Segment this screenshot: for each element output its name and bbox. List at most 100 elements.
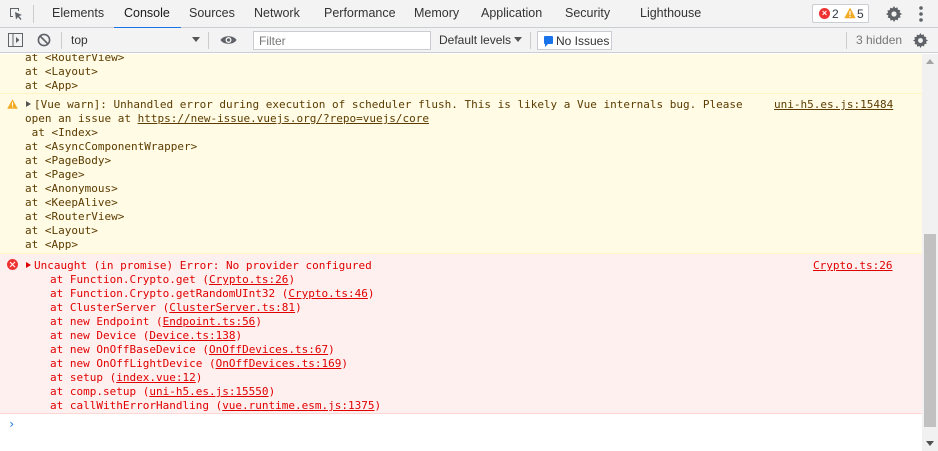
stack-frame: at new Endpoint (Endpoint.ts:56) (50, 315, 262, 329)
warning-count: 5 (857, 7, 864, 21)
error-count: 2 (832, 7, 839, 21)
warning-text: [Vue warn]: Unhandled error during execu… (34, 98, 743, 111)
stack-frame: at new OnOffBaseDevice (OnOffDevices.ts:… (50, 343, 335, 357)
stack-frame-location-link[interactable]: Device.ts:138 (149, 329, 235, 342)
stack-frame-close: ) (235, 329, 243, 342)
vue-warning-message: [Vue warn]: Unhandled error during execu… (0, 94, 922, 254)
show-sidebar-icon[interactable] (8, 33, 23, 47)
scroll-up-arrow-icon[interactable] (926, 59, 934, 64)
warning-source-link[interactable]: uni-h5.es.js:15484 (774, 98, 893, 112)
settings-gear-icon[interactable] (886, 6, 902, 22)
error-icon (7, 259, 18, 270)
stack-frame: at ClusterServer (ClusterServer.ts:81) (50, 301, 302, 315)
warning-text-prefix: open an issue at (25, 112, 138, 125)
issues-chat-icon (544, 36, 553, 47)
console-scrollbar[interactable] (922, 54, 938, 451)
tab-lighthouse[interactable]: Lighthouse (640, 0, 701, 28)
scroll-down-arrow-icon[interactable] (926, 441, 934, 446)
stack-line: at <Layout> (25, 224, 98, 237)
console-prompt[interactable]: › (8, 417, 15, 431)
expand-triangle-icon[interactable] (26, 262, 31, 268)
tab-elements[interactable]: Elements (52, 0, 104, 28)
stack-line: at <App> (25, 238, 78, 251)
issue-counter[interactable]: × 2 5 (812, 4, 869, 23)
stack-frame: at Function.Crypto.get (Crypto.ts:26) (50, 273, 295, 287)
toolbar-separator (208, 32, 209, 49)
issues-button[interactable]: No Issues (537, 31, 612, 50)
context-selector[interactable]: top (71, 28, 88, 52)
stack-frame-call: at new Device ( (50, 329, 150, 342)
tab-security[interactable]: Security (565, 0, 610, 28)
stack-frame-location-link[interactable]: Crypto.ts:46 (288, 287, 367, 300)
stack-frame-location-link[interactable]: Endpoint.ts:56 (163, 315, 256, 328)
stack-frame-close: ) (341, 357, 349, 370)
stack-frame-close: ) (295, 301, 302, 314)
context-dropdown-icon[interactable] (192, 37, 200, 42)
scrollbar-thumb[interactable] (924, 234, 936, 427)
stack-frame-location-link[interactable]: vue.runtime.esm.js:1375 (222, 399, 374, 412)
levels-dropdown-icon[interactable] (514, 37, 522, 42)
uncaught-error-message: Uncaught (in promise) Error: No provider… (0, 254, 922, 414)
tab-bar-separator (33, 5, 34, 23)
stack-frame: at callWithErrorHandling (vue.runtime.es… (50, 399, 381, 413)
stack-frame-location-link[interactable]: index.vue:12 (116, 371, 195, 384)
tab-sources[interactable]: Sources (189, 0, 235, 28)
stack-line: at <AsyncComponentWrapper> (25, 140, 198, 153)
stack-frame-location-link[interactable]: OnOffDevices.ts:67 (209, 343, 328, 356)
error-count-icon: × (819, 8, 830, 19)
clear-console-icon[interactable] (37, 33, 51, 47)
console-toolbar: top Default levels No Issues 3 hidden (0, 28, 938, 53)
stack-line: at <PageBody> (25, 154, 112, 167)
stack-line: at <App> (25, 79, 78, 92)
stack-frame-location-link[interactable]: Crypto.ts:26 (209, 273, 288, 286)
stack-frame-call: at setup ( (50, 371, 117, 384)
stack-line: at <Page> (25, 168, 85, 181)
stack-frame-call: at Function.Crypto.getRandomUInt32 ( (50, 287, 289, 300)
stack-frame-close: ) (255, 315, 262, 328)
console-output: at <RouterView> at <Layout> at <App> [Vu… (0, 54, 922, 451)
tab-application[interactable]: Application (481, 0, 542, 28)
stack-frame-call: at new OnOffLightDevice ( (50, 357, 216, 370)
stack-frame-close: ) (288, 273, 296, 286)
error-source-link[interactable]: Crypto.ts:26 (813, 259, 892, 273)
stack-frame-location-link[interactable]: OnOffDevices.ts:169 (216, 357, 342, 370)
filter-input[interactable] (253, 31, 431, 50)
stack-frame-call: at new OnOffBaseDevice ( (50, 343, 209, 356)
tab-performance[interactable]: Performance (324, 0, 396, 28)
stack-frame: at Function.Crypto.getRandomUInt32 (Cryp… (50, 287, 375, 301)
toolbar-separator (846, 32, 847, 49)
stack-frame-close: ) (367, 287, 375, 300)
stack-frame-close: ) (328, 343, 335, 356)
stack-frame-call: at Function.Crypto.get ( (50, 273, 209, 286)
vue-issue-link[interactable]: https://new-issue.vuejs.org/?repo=vuejs/… (138, 112, 429, 125)
stack-frame-call: at new Endpoint ( (50, 315, 163, 328)
stack-frame-location-link[interactable]: uni-h5.es.js:15550 (149, 385, 268, 398)
tab-memory[interactable]: Memory (414, 0, 459, 28)
console-settings-gear-icon[interactable] (913, 33, 928, 48)
stack-frame: at comp.setup (uni-h5.es.js:15550) (50, 385, 275, 399)
stack-frame-close: ) (374, 399, 382, 412)
stack-line: at <RouterView> (25, 54, 125, 64)
log-levels-dropdown[interactable]: Default levels (439, 28, 511, 52)
stack-frame-call: at callWithErrorHandling ( (50, 399, 223, 412)
stack-frame-close: ) (268, 385, 276, 398)
live-expression-eye-icon[interactable] (220, 34, 237, 46)
stack-line: at <RouterView> (25, 210, 125, 223)
stack-frame-call: at comp.setup ( (50, 385, 150, 398)
inspect-element-icon[interactable] (8, 6, 24, 22)
toolbar-separator (530, 32, 531, 49)
stack-frame: at new Device (Device.ts:138) (50, 329, 242, 343)
tab-network[interactable]: Network (254, 0, 300, 28)
issues-label: No Issues (556, 34, 610, 48)
toolbar-separator (61, 32, 62, 49)
more-options-icon[interactable] (918, 5, 924, 23)
stack-frame-call: at ClusterServer ( (50, 301, 170, 314)
expand-triangle-icon[interactable] (26, 101, 31, 107)
stack-frame-close: ) (195, 371, 203, 384)
previous-warning-message: at <RouterView> at <Layout> at <App> (0, 54, 922, 94)
stack-frame-location-link[interactable]: ClusterServer.ts:81 (169, 301, 295, 314)
stack-line: at <Anonymous> (25, 182, 118, 195)
stack-frame: at setup (index.vue:12) (50, 371, 202, 385)
tab-console[interactable]: Console (114, 0, 181, 29)
stack-line: at <Index> (25, 126, 98, 139)
